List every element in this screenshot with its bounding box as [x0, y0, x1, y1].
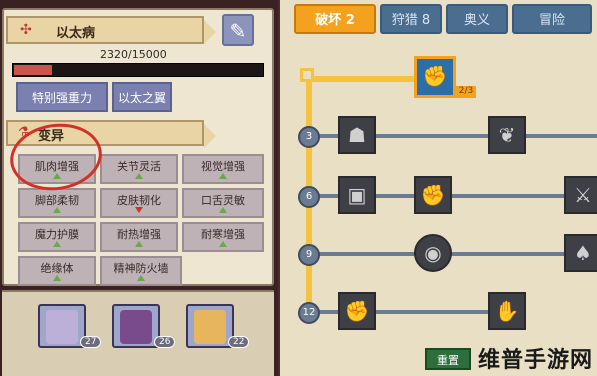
- mutation-label: 视觉增强: [201, 160, 245, 173]
- mutation-item-6[interactable]: 魔力护膜: [18, 222, 96, 252]
- mutation-item-2[interactable]: 视觉增强: [182, 154, 264, 184]
- card-count-2: 26: [154, 336, 176, 348]
- tree-branch-line: [312, 252, 597, 256]
- trend-up-icon: [135, 241, 143, 247]
- mutation-item-7[interactable]: 耐热增强: [100, 222, 178, 252]
- fist-skill-node[interactable]: ✊: [338, 292, 376, 330]
- hp-bar: [12, 63, 264, 77]
- card-count-3: 22: [228, 336, 250, 348]
- character-card-2[interactable]: [112, 304, 160, 348]
- arm-wrestle-icon: ✊: [422, 64, 448, 88]
- bat-skill-node[interactable]: ♠: [564, 234, 597, 272]
- trend-up-icon: [53, 207, 61, 213]
- disease-icon: ✣: [20, 22, 32, 38]
- mutation-item-3[interactable]: 脚部柔韧: [18, 188, 96, 218]
- tab-mystic[interactable]: 奥义: [446, 4, 508, 34]
- level-marker: 12: [298, 302, 320, 324]
- grab-hand-icon: ✋: [494, 299, 520, 323]
- bat-icon: ♠: [574, 241, 592, 265]
- character-portrait-icon: [46, 310, 78, 344]
- card-count-1: 27: [80, 336, 102, 348]
- trend-up-icon: [219, 241, 227, 247]
- rose-icon: ❦: [498, 123, 516, 147]
- trend-up-icon: [135, 173, 143, 179]
- tree-root: [300, 68, 314, 82]
- syringe-icon: ✎: [229, 19, 247, 43]
- level-marker: 6: [298, 186, 320, 208]
- sword-icon: ⚔: [574, 183, 592, 207]
- muscle-skill-node[interactable]: ☗: [338, 116, 376, 154]
- trend-up-icon: [53, 275, 61, 281]
- punch-fist-icon: ✊: [420, 183, 446, 207]
- tab-destroy[interactable]: 破坏 2: [294, 4, 376, 34]
- vortex-skill-node[interactable]: ◉: [414, 234, 452, 272]
- trend-up-icon: [219, 173, 227, 179]
- trend-up-icon: [137, 275, 145, 281]
- mutation-label: 口舌灵敏: [201, 194, 245, 207]
- disease-name: 以太病: [56, 26, 96, 41]
- book-skill-node[interactable]: ▣: [338, 176, 376, 214]
- mutation-item-4[interactable]: 皮肤韧化: [100, 188, 178, 218]
- mutation-item-8[interactable]: 耐寒增强: [182, 222, 264, 252]
- grab-skill-node[interactable]: ✋: [488, 292, 526, 330]
- trend-up-icon: [53, 241, 61, 247]
- mutation-item-9[interactable]: 绝缘体: [18, 256, 96, 286]
- mutation-label: 脚部柔韧: [35, 194, 79, 207]
- mutation-label: 魔力护膜: [35, 228, 79, 241]
- rose-skill-node[interactable]: ❦: [488, 116, 526, 154]
- mutation-label: 关节灵活: [117, 160, 161, 173]
- special-button-1[interactable]: 特别强重力: [16, 82, 108, 112]
- reset-button[interactable]: 重置: [425, 348, 471, 370]
- character-portrait-icon: [194, 310, 226, 344]
- disease-name-ribbon: ✣ 以太病: [6, 16, 216, 44]
- mutation-label: 耐寒增强: [201, 228, 245, 241]
- level-marker: 3: [298, 126, 320, 148]
- arm-wrestle-skill-node[interactable]: ✊: [414, 56, 456, 98]
- tab-adventure[interactable]: 冒险: [512, 4, 592, 34]
- character-card-3[interactable]: [186, 304, 234, 348]
- node-progress-badge: 2/3: [456, 86, 476, 98]
- hp-text: 2320/15000: [100, 48, 167, 61]
- syringe-icon-button[interactable]: ✎: [222, 14, 254, 46]
- mutation-label: 精神防火墙: [113, 262, 169, 275]
- book-icon: ▣: [347, 183, 367, 207]
- character-portrait-icon: [120, 310, 152, 344]
- punch-skill-node[interactable]: ✊: [414, 176, 452, 214]
- tree-top-line: [306, 76, 418, 82]
- sword-skill-node[interactable]: ⚔: [564, 176, 597, 214]
- hp-bar-fill: [14, 65, 52, 75]
- fist-icon: ✊: [344, 299, 370, 323]
- trend-down-icon: [135, 207, 143, 213]
- special-button-2[interactable]: 以太之翼: [112, 82, 172, 112]
- left-panel: ✣ 以太病 ✎ 2320/15000 特别强重力 以太之翼 ⚗ 变异 肌肉增强 …: [0, 0, 278, 376]
- mutation-item-5[interactable]: 口舌灵敏: [182, 188, 264, 218]
- mutation-label: 耐热增强: [117, 228, 161, 241]
- vortex-icon: ◉: [424, 241, 442, 265]
- muscle-body-icon: ☗: [348, 123, 366, 147]
- mutation-item-10[interactable]: 精神防火墙: [100, 256, 182, 286]
- mutation-label: 皮肤韧化: [117, 194, 161, 207]
- character-card-1[interactable]: [38, 304, 86, 348]
- mutation-item-1[interactable]: 关节灵活: [100, 154, 178, 184]
- watermark: 维普手游网: [477, 348, 593, 373]
- mutation-label: 绝缘体: [40, 262, 74, 275]
- trend-up-icon: [219, 207, 227, 213]
- tab-hunt[interactable]: 狩猎 8: [380, 4, 442, 34]
- level-marker: 9: [298, 244, 320, 266]
